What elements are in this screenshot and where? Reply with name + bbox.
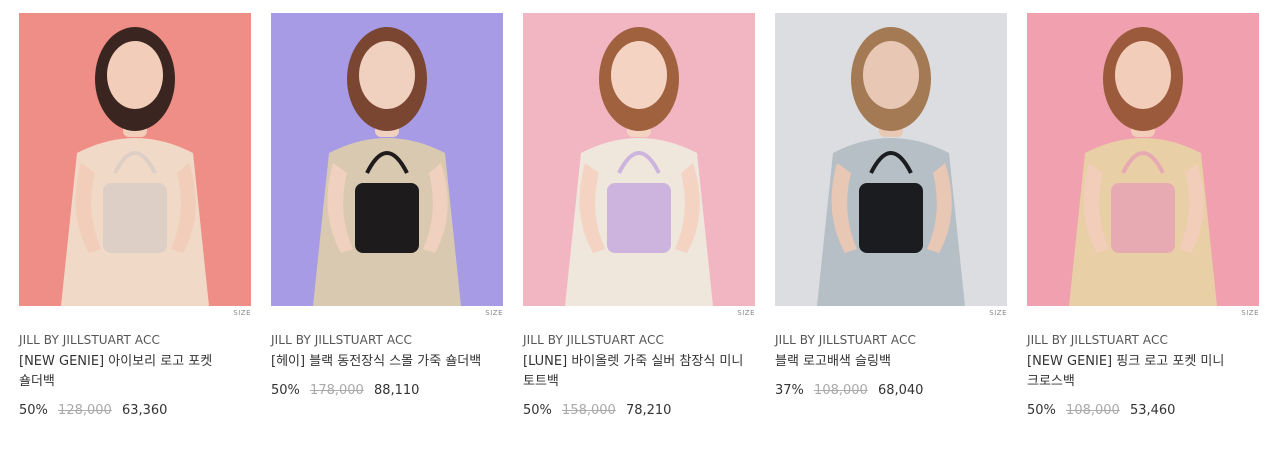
- product-card[interactable]: SIZE JILL BY JILLSTUART ACC [LUNE] 바이올렛 …: [523, 13, 755, 420]
- product-name[interactable]: [NEW GENIE] 핑크 로고 포켓 미니 크로스백: [1027, 352, 1259, 392]
- product-name[interactable]: [NEW GENIE] 아이보리 로고 포켓 숄더백: [19, 352, 251, 392]
- sale-price: 53,460: [1129, 403, 1176, 418]
- product-photo-illustration: [271, 13, 503, 306]
- sale-price: 88,110: [373, 383, 420, 398]
- product-image[interactable]: [775, 13, 1007, 306]
- discount-rate: 50%: [19, 403, 48, 418]
- size-link[interactable]: SIZE: [523, 308, 755, 318]
- original-price: 108,000: [814, 383, 868, 398]
- product-photo-illustration: [523, 13, 755, 306]
- discount-rate: 50%: [1027, 403, 1056, 418]
- price-row: 50% 158,000 78,210: [523, 402, 755, 420]
- product-name[interactable]: 블랙 로고배색 슬링백: [775, 352, 1007, 372]
- original-price: 128,000: [58, 403, 112, 418]
- sale-price: 78,210: [625, 403, 672, 418]
- original-price: 108,000: [1066, 403, 1120, 418]
- product-brand: JILL BY JILLSTUART ACC: [523, 333, 664, 347]
- product-name[interactable]: [헤이] 블랙 동전장식 스몰 가죽 숄더백: [271, 352, 503, 372]
- size-link[interactable]: SIZE: [1027, 308, 1259, 318]
- discount-rate: 50%: [523, 403, 552, 418]
- price-row: 37% 108,000 68,040: [775, 382, 1007, 400]
- product-image[interactable]: [1027, 13, 1259, 306]
- price-row: 50% 178,000 88,110: [271, 382, 503, 400]
- product-brand: JILL BY JILLSTUART ACC: [1027, 333, 1168, 347]
- product-photo-illustration: [1027, 13, 1259, 306]
- size-link[interactable]: SIZE: [271, 308, 503, 318]
- product-image[interactable]: [523, 13, 755, 306]
- size-link[interactable]: SIZE: [775, 308, 1007, 318]
- product-brand: JILL BY JILLSTUART ACC: [271, 333, 412, 347]
- sale-price: 68,040: [877, 383, 924, 398]
- sale-price: 63,360: [121, 403, 168, 418]
- price-row: 50% 108,000 53,460: [1027, 402, 1259, 420]
- product-photo-illustration: [19, 13, 251, 306]
- product-card[interactable]: SIZE JILL BY JILLSTUART ACC 블랙 로고배색 슬링백 …: [775, 13, 1007, 420]
- product-card[interactable]: SIZE JILL BY JILLSTUART ACC [NEW GENIE] …: [1027, 13, 1259, 420]
- product-image[interactable]: [19, 13, 251, 306]
- size-link[interactable]: SIZE: [19, 308, 251, 318]
- product-image[interactable]: [271, 13, 503, 306]
- original-price: 158,000: [562, 403, 616, 418]
- discount-rate: 37%: [775, 383, 804, 398]
- product-card[interactable]: SIZE JILL BY JILLSTUART ACC [NEW GENIE] …: [19, 13, 251, 420]
- product-brand: JILL BY JILLSTUART ACC: [775, 333, 916, 347]
- product-card[interactable]: SIZE JILL BY JILLSTUART ACC [헤이] 블랙 동전장식…: [271, 13, 503, 420]
- discount-rate: 50%: [271, 383, 300, 398]
- product-photo-illustration: [775, 13, 1007, 306]
- price-row: 50% 128,000 63,360: [19, 402, 251, 420]
- product-name[interactable]: [LUNE] 바이올렛 가죽 실버 참장식 미니 토트백: [523, 352, 755, 392]
- product-brand: JILL BY JILLSTUART ACC: [19, 333, 160, 347]
- original-price: 178,000: [310, 383, 364, 398]
- product-grid: SIZE JILL BY JILLSTUART ACC [NEW GENIE] …: [19, 13, 1259, 420]
